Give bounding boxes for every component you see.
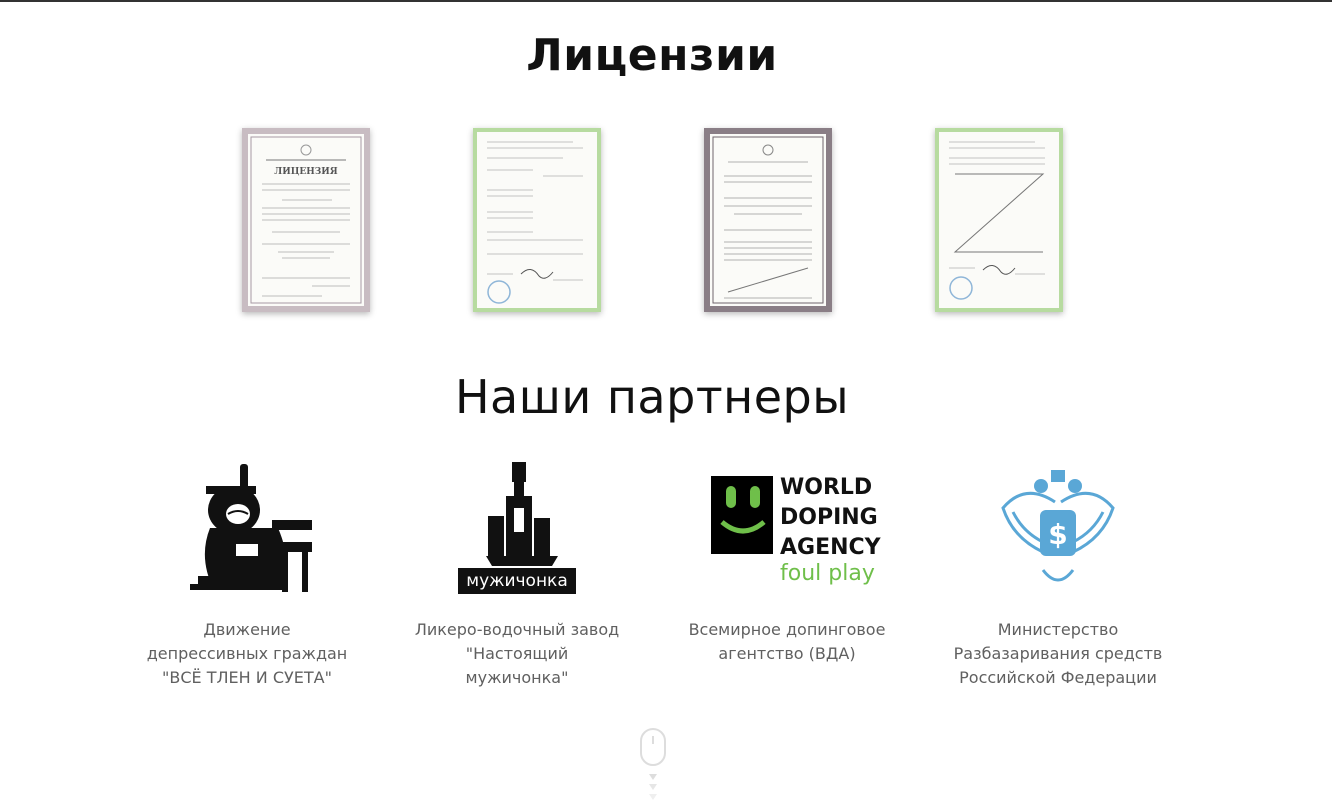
license-doc-3-image bbox=[704, 128, 832, 312]
license-doc-4[interactable] bbox=[935, 128, 1063, 312]
partner-caption: Ликеро-водочный завод "Настоящий мужичон… bbox=[414, 620, 620, 687]
license-doc-3[interactable] bbox=[704, 128, 832, 312]
license-doc-1[interactable]: ЛИЦЕНЗИЯ bbox=[242, 128, 370, 312]
wada-line-2: DOPING bbox=[780, 505, 878, 530]
license-doc-2[interactable] bbox=[473, 128, 601, 312]
partner-caption: Министерство Разбазаривания средств Росс… bbox=[953, 620, 1163, 687]
license-doc-1-image: ЛИЦЕНЗИЯ bbox=[242, 128, 370, 312]
svg-text:$: $ bbox=[1048, 518, 1067, 551]
license-heading: ЛИЦЕНЗИЯ bbox=[274, 167, 338, 177]
wada-line-3: AGENCY bbox=[780, 535, 882, 560]
partner-caption: Движение депрессивных граждан "ВСЁ ТЛЕН … bbox=[146, 620, 348, 687]
licenses-title: Лицензии bbox=[526, 30, 778, 81]
partner-item-vodka-factory[interactable]: мужичонка Ликеро-водочный завод "Настоящ… bbox=[402, 458, 632, 690]
partner-item-ministry[interactable]: $ Министерство Разбазаривания средств Ро… bbox=[943, 458, 1173, 690]
partners-title: Наши партнеры bbox=[454, 370, 850, 424]
partner-caption: Всемирное допинговое агентство (ВДА) bbox=[688, 620, 886, 663]
mouse-scroll-icon bbox=[640, 728, 666, 800]
top-border bbox=[0, 0, 1332, 2]
license-doc-4-image bbox=[935, 128, 1063, 312]
licenses-gallery: ЛИЦЕНЗИЯ bbox=[0, 128, 1332, 318]
wada-logo-icon: WORLD DOPING AGENCY foul play bbox=[672, 458, 902, 598]
vodka-logo-text: мужичонка bbox=[466, 571, 568, 591]
sad-man-icon bbox=[132, 458, 362, 598]
wada-subtitle: foul play bbox=[780, 561, 875, 586]
bottle-logo-icon: мужичонка bbox=[402, 458, 632, 598]
scroll-down-hint[interactable] bbox=[640, 728, 666, 800]
eagle-emblem-icon: $ bbox=[943, 458, 1173, 598]
partner-item-wada[interactable]: WORLD DOPING AGENCY foul play Всемирное … bbox=[672, 458, 902, 666]
partner-item-depression-movement[interactable]: Движение депрессивных граждан "ВСЁ ТЛЕН … bbox=[132, 458, 362, 690]
license-doc-2-image bbox=[473, 128, 601, 312]
wada-line-1: WORLD bbox=[780, 475, 872, 500]
